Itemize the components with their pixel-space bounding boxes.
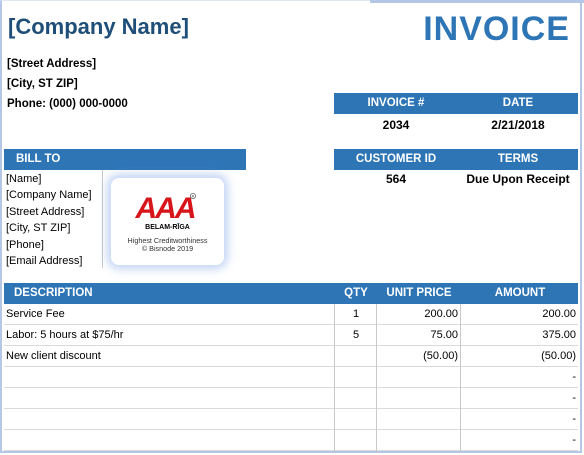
city-state-zip[interactable]: [City, ST ZIP] [7,78,78,90]
row-description[interactable]: New client discount [6,346,101,367]
col-amount: AMOUNT [494,287,546,299]
invoice-date-header: INVOICE # DATE [334,93,578,114]
amount-column-divider [460,304,461,453]
bill-to-header: BILL TO [4,149,246,170]
terms-value[interactable]: Due Upon Receipt [458,172,578,186]
row-qty[interactable] [334,430,378,451]
svg-text:R: R [192,195,195,199]
bill-to-email[interactable]: [Email Address] [6,253,92,269]
date-label: DATE [502,97,534,109]
price-column-divider [376,304,377,453]
badge-copyright: © Bisnode 2019 [141,244,194,253]
row-amount: - [572,413,576,425]
row-amount: - [572,371,576,383]
row-amount: 200.00 [542,308,576,320]
row-unit-price[interactable] [376,388,458,409]
invoice-number-value[interactable]: 2034 [334,118,458,132]
qty-column-divider [334,304,335,453]
bill-to-city[interactable]: [City, ST ZIP] [6,220,92,236]
row-unit-price[interactable]: 200.00 [376,304,458,325]
row-qty[interactable] [334,409,378,430]
bill-to-name[interactable]: [Name] [6,171,92,187]
row-unit-price[interactable]: 75.00 [376,325,458,346]
table-row[interactable]: Labor: 5 hours at $75/hr 5 75.00 375.00 [4,325,578,346]
bill-to-label: BILL TO [16,153,61,165]
col-qty: QTY [344,287,368,299]
bill-to-lines: [Name] [Company Name] [Street Address] [… [6,171,92,269]
svg-text:AAA: AAA [135,192,195,222]
top-border-accent [370,0,584,3]
table-row[interactable]: Service Fee 1 200.00 200.00 [4,304,578,325]
invoice-title: INVOICE [423,10,570,48]
row-amount: - [572,434,576,446]
col-description: DESCRIPTION [14,287,93,299]
col-unit-price: UNIT PRICE [386,287,452,299]
bill-to-divider [102,170,103,268]
date-value[interactable]: 2/21/2018 [458,118,578,132]
terms-label: TERMS [497,153,539,165]
row-amount: - [572,392,576,404]
customer-id-label: CUSTOMER ID [355,153,437,165]
row-unit-price[interactable] [376,409,458,430]
table-row[interactable]: New client discount (50.00) (50.00) [4,346,578,367]
row-qty[interactable] [334,388,378,409]
row-unit-price[interactable] [376,367,458,388]
row-amount: (50.00) [541,350,576,362]
bill-to-street[interactable]: [Street Address] [6,204,92,220]
row-description[interactable]: Service Fee [6,304,65,325]
table-header: DESCRIPTION QTY UNIT PRICE AMOUNT [4,283,578,304]
customer-terms-header: CUSTOMER ID TERMS [334,149,578,170]
row-description[interactable]: Labor: 5 hours at $75/hr [6,325,123,346]
row-unit-price[interactable]: (50.00) [376,346,458,367]
company-name[interactable]: [Company Name] [8,14,189,40]
row-amount: 375.00 [542,329,576,341]
aaa-logo-icon: AAA R [135,192,197,222]
row-unit-price[interactable] [376,430,458,451]
bill-to-phone[interactable]: [Phone] [6,237,92,253]
table-row[interactable]: - [4,430,578,451]
row-qty[interactable] [334,346,378,367]
customer-id-value[interactable]: 564 [334,172,458,186]
credit-rating-badge: AAA R BELAM-RĪGA Highest Creditworthines… [111,178,224,265]
phone-number[interactable]: Phone: (000) 000-0000 [7,98,128,110]
badge-company-name: BELAM-RĪGA [145,224,190,231]
row-qty[interactable]: 5 [334,325,378,346]
row-qty[interactable]: 1 [334,304,378,325]
table-row[interactable]: - [4,409,578,430]
table-row[interactable]: - [4,388,578,409]
row-qty[interactable] [334,367,378,388]
bill-to-company[interactable]: [Company Name] [6,187,92,203]
table-row[interactable]: - [4,367,578,388]
invoice-number-label: INVOICE # [367,97,425,109]
street-address[interactable]: [Street Address] [7,58,96,70]
